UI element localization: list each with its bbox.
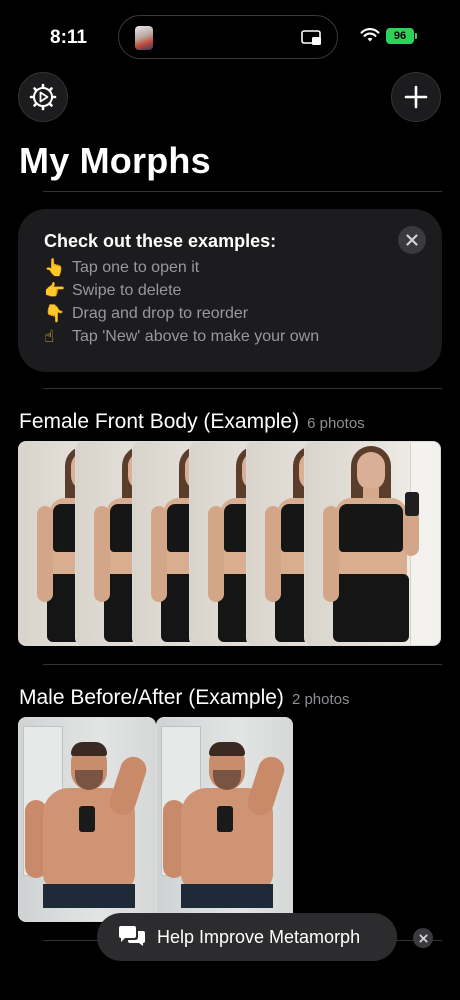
morph-title-text: Female Front Body (Example) [19, 410, 300, 433]
dismiss-toast-button[interactable] [413, 928, 433, 948]
morph-title-text: Male Before/After (Example) [19, 686, 284, 709]
photo-thumbnail[interactable] [18, 717, 156, 922]
morph-title-male[interactable]: Male Before/After (Example) 2 photos [19, 686, 349, 710]
hand-point-up-icon: ☝ [44, 327, 55, 346]
gear-play-icon [29, 83, 57, 111]
app-thumbnail-icon [135, 26, 153, 50]
card-row-reorder: 👇 Drag and drop to reorder [44, 304, 248, 324]
toast-label: Help Improve Metamorph [157, 926, 361, 947]
card-row-new: ☝ Tap 'New' above to make your own [44, 327, 319, 347]
morph-title-female[interactable]: Female Front Body (Example) 6 photos [19, 410, 365, 434]
examples-card: Check out these examples: 👆 Tap one to o… [18, 209, 442, 372]
card-row-text: Tap one to open it [72, 259, 200, 276]
hand-down-icon: 👇 [44, 304, 66, 323]
battery-tip [415, 33, 417, 39]
card-heading: Check out these examples: [44, 231, 277, 251]
hand-right-icon: 👉 [44, 281, 66, 300]
feedback-toast[interactable]: Help Improve Metamorph [97, 913, 397, 961]
photo-count: 2 photos [291, 691, 350, 708]
divider [43, 388, 442, 389]
divider [43, 664, 442, 665]
photo-thumbnail[interactable] [304, 441, 441, 646]
card-row-text: Tap 'New' above to make your own [72, 328, 320, 345]
divider [43, 191, 442, 192]
page-title: My Morphs [19, 140, 211, 181]
plus-icon [404, 85, 428, 109]
close-icon [418, 933, 428, 943]
card-row-delete: 👉 Swipe to delete [44, 281, 181, 301]
add-morph-button[interactable] [391, 72, 441, 122]
dynamic-island[interactable] [118, 15, 338, 59]
photo-thumbnail[interactable] [156, 717, 293, 922]
close-icon [406, 234, 418, 246]
hand-up-icon: 👆 [44, 258, 66, 277]
card-row-text: Swipe to delete [72, 282, 182, 299]
wifi-icon [360, 28, 380, 42]
card-row-text: Drag and drop to reorder [72, 305, 249, 322]
photo-count: 6 photos [307, 415, 365, 432]
card-row-open: 👆 Tap one to open it [44, 258, 199, 278]
chat-bubbles-icon [119, 926, 145, 946]
dismiss-card-button[interactable] [398, 226, 426, 254]
battery-indicator: 96 [386, 28, 414, 44]
status-bar: 8:11 96 [0, 0, 460, 70]
settings-button[interactable] [18, 72, 68, 122]
status-time: 8:11 [50, 27, 87, 48]
screen-mirror-icon [301, 30, 321, 45]
